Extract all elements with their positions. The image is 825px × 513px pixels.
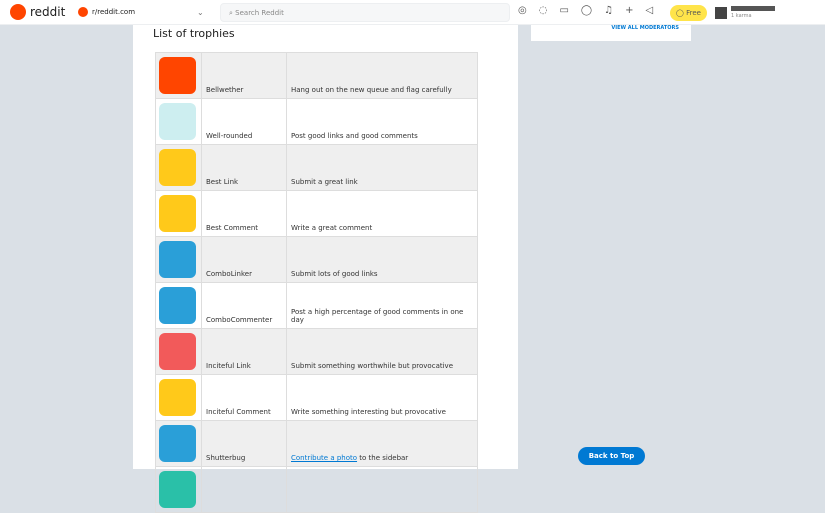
moderators-card: VIEW ALL MODERATORS [531, 25, 691, 41]
trophy-description: Write something interesting but provocat… [286, 374, 478, 421]
table-row: ComboCommenter Post a high percentage of… [155, 282, 478, 329]
trophy-description: Post a high percentage of good comments … [286, 282, 478, 329]
table-row: Bellwether Hang out on the new queue and… [155, 52, 478, 99]
plus-icon[interactable]: + [625, 5, 633, 16]
table-row [155, 466, 478, 513]
view-all-moderators-link[interactable]: VIEW ALL MODERATORS [611, 25, 679, 31]
trophy-description: Post good links and good comments [286, 98, 478, 145]
trophy-name: Shutterbug [201, 420, 287, 467]
bell-icon[interactable]: ♫ [604, 5, 613, 16]
advertise-icon[interactable]: ◁ [645, 5, 653, 16]
user-menu[interactable]: 1 karma [715, 6, 775, 19]
trophy-icon [159, 241, 196, 278]
trophy-icon [159, 57, 196, 94]
trophy-description: Submit something worthwhile but provocat… [286, 328, 478, 375]
table-row: Well-rounded Post good links and good co… [155, 98, 478, 145]
trophy-icon [159, 149, 196, 186]
trophy-name: ComboLinker [201, 236, 287, 283]
trophy-name: Bellwether [201, 52, 287, 99]
snoo-icon [10, 4, 26, 20]
back-to-top-button[interactable]: Back to Top [578, 447, 645, 465]
chat-icon[interactable]: ◯ [581, 5, 592, 16]
table-row: ComboLinker Submit lots of good links [155, 236, 478, 283]
avatar [715, 6, 727, 19]
trophies-table: Bellwether Hang out on the new queue and… [155, 52, 478, 513]
trophy-icon [159, 425, 196, 462]
table-row: Inciteful Comment Write something intere… [155, 374, 478, 421]
table-row: Best Link Submit a great link [155, 144, 478, 191]
top-nav: reddit r/reddit.com ⌄ ⌕ Search Reddit ◎ … [0, 0, 825, 25]
trophy-icon [159, 195, 196, 232]
table-row: Shutterbug Contribute a photo to the sid… [155, 420, 478, 467]
trophy-icon [159, 333, 196, 370]
trophy-icon [159, 287, 196, 324]
trophy-name: Well-rounded [201, 98, 287, 145]
table-row: Best Comment Write a great comment [155, 190, 478, 237]
trophy-description: Submit a great link [286, 144, 478, 191]
trophy-name: Best Comment [201, 190, 287, 237]
trophy-name: Inciteful Comment [201, 374, 287, 421]
table-row: Inciteful Link Submit something worthwhi… [155, 328, 478, 375]
reddit-logo[interactable]: reddit [10, 4, 65, 20]
trophy-name: Best Link [201, 144, 287, 191]
community-icon [78, 7, 88, 17]
premium-free-button[interactable]: ◯ Free [670, 5, 707, 21]
trophy-name [201, 466, 287, 513]
page-title: List of trophies [153, 27, 235, 40]
trophy-name: Inciteful Link [201, 328, 287, 375]
trophy-description: Submit lots of good links [286, 236, 478, 283]
tv-icon[interactable]: ▭ [559, 5, 568, 16]
chevron-down-icon[interactable]: ⌄ [197, 8, 204, 17]
username-redacted [731, 6, 775, 11]
trophy-icon [159, 471, 196, 508]
trophy-description: Hang out on the new queue and flag caref… [286, 52, 478, 99]
contribute-photo-link[interactable]: Contribute a photo [291, 454, 357, 462]
trophy-name: ComboCommenter [201, 282, 287, 329]
community-selector[interactable]: r/reddit.com [78, 7, 135, 17]
trophy-description [286, 466, 478, 513]
trophy-icon [159, 103, 196, 140]
trophy-description: Write a great comment [286, 190, 478, 237]
trophy-description: Contribute a photo to the sidebar [286, 420, 478, 467]
search-input[interactable]: ⌕ Search Reddit [220, 3, 510, 22]
wiki-content: List of trophies Bellwether Hang out on … [133, 25, 518, 513]
coins-icon[interactable]: ◌ [539, 5, 548, 16]
popular-icon[interactable]: ◎ [518, 5, 527, 16]
trophy-icon [159, 379, 196, 416]
